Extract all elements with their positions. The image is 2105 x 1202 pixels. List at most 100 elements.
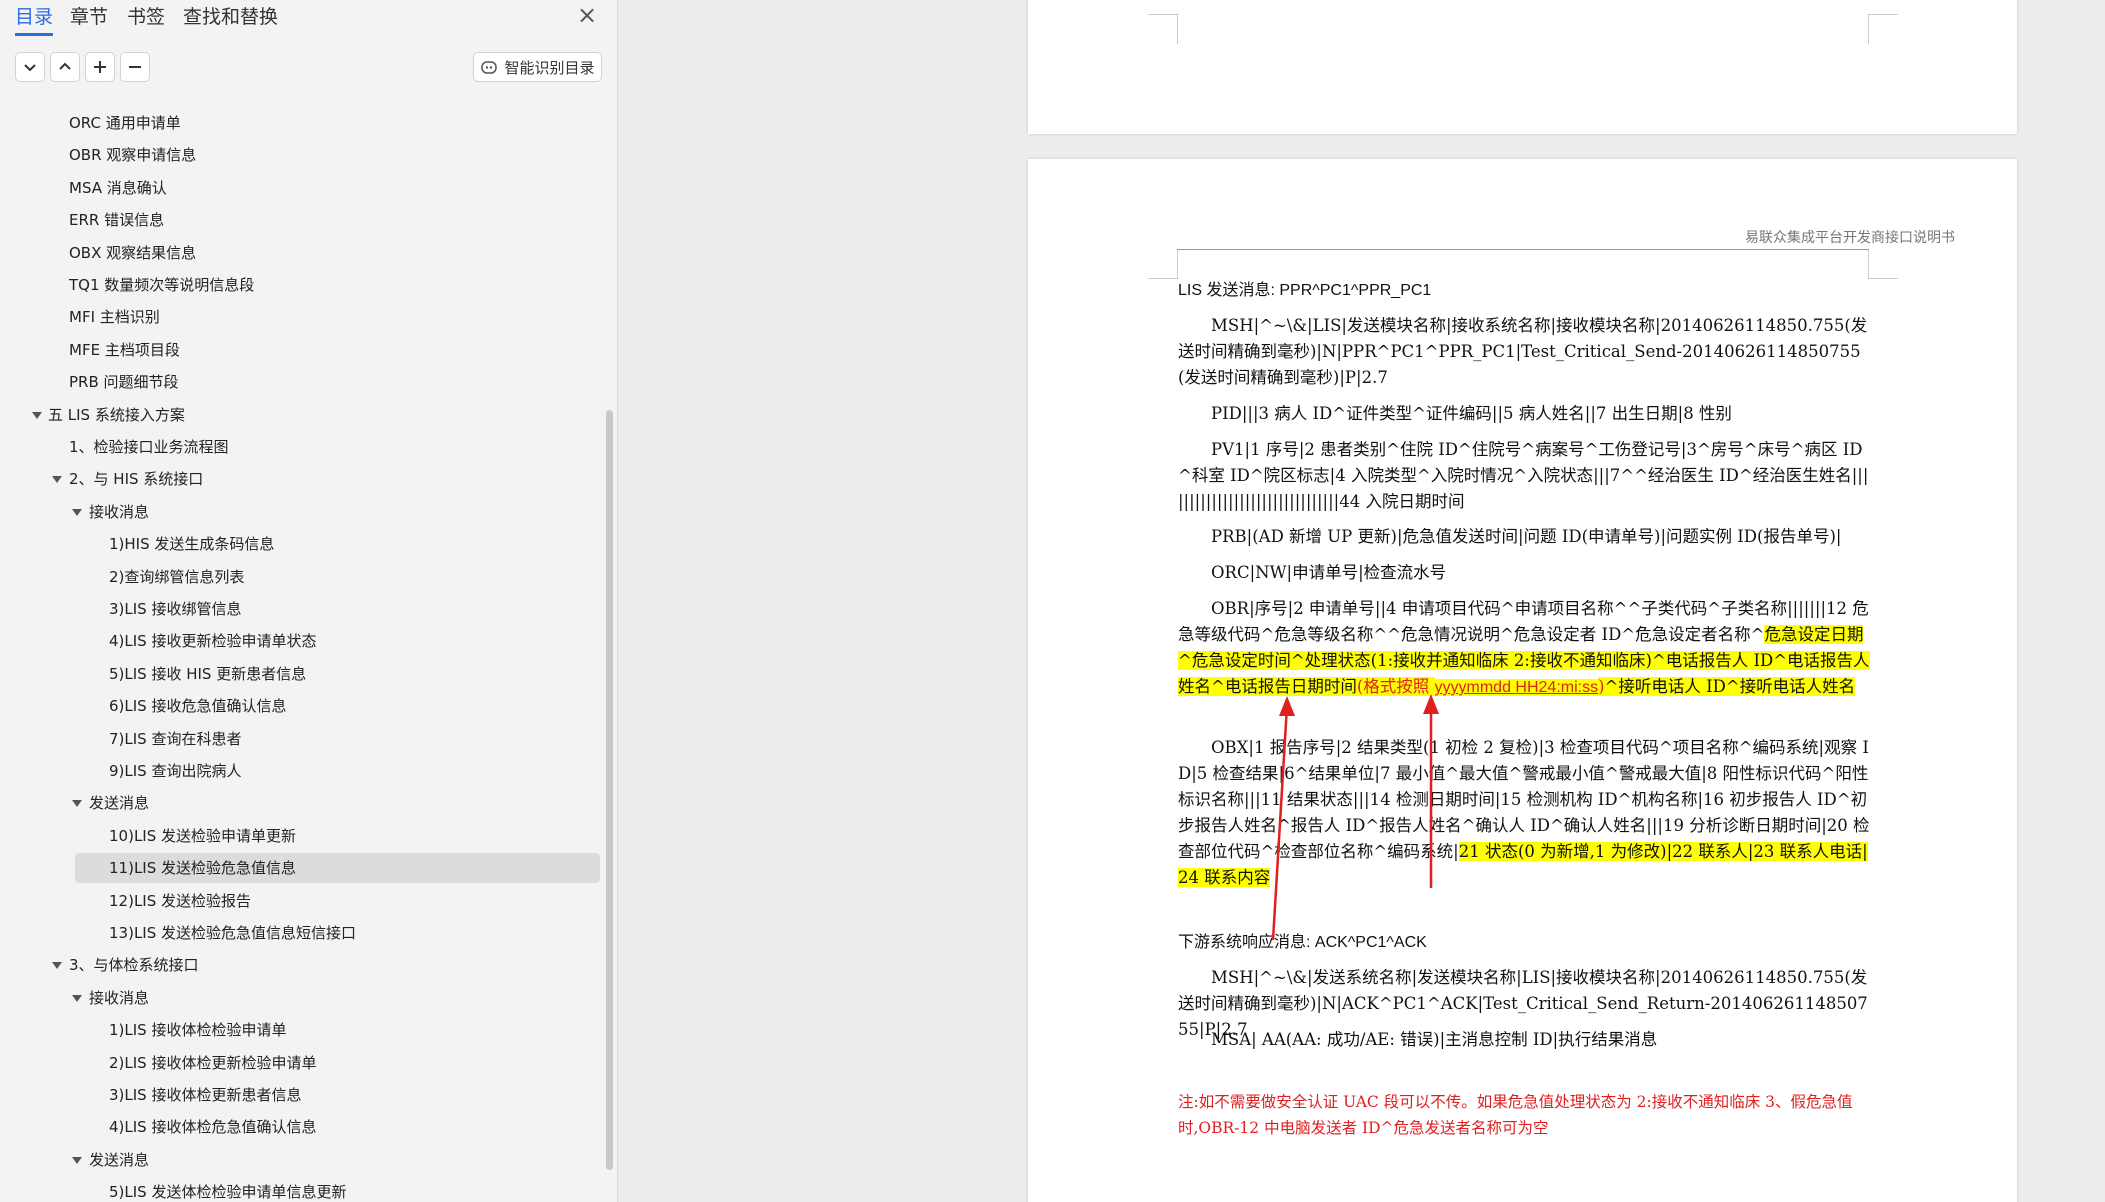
obr-format-value: yyyymmdd HH24:mi:ss [1434,679,1599,696]
wps-document-window: 目录 章节 书签 查找和替换 × 智能识别目录 ORC 通用申请单 OBR 观察… [0,0,2105,1202]
toc-item[interactable]: OBX 观察结果信息 [69,238,196,268]
toc-item[interactable]: MSA 消息确认 [69,173,167,203]
header-rule [1177,249,1869,250]
toc-item[interactable]: 五 LIS 系统接入方案 [48,400,185,430]
toc-item-label: 11)LIS 发送检验危急值信息 [109,859,297,877]
toc-item[interactable]: MFE 主档项目段 [69,335,180,365]
expand-caret-icon[interactable] [70,983,84,1013]
toc-item-label: 4)LIS 接收更新检验申请单状态 [109,632,317,650]
robot-icon [481,61,498,74]
toc-item[interactable]: 5)LIS 接收 HIS 更新患者信息 [109,659,306,689]
toc-item[interactable]: 7)LIS 查询在科患者 [109,724,241,754]
toc-item[interactable]: 6)LIS 接收危急值确认信息 [109,691,286,721]
expand-caret-icon[interactable] [50,464,64,494]
toc-item-label: ORC 通用申请单 [69,114,181,132]
smart-toc-button[interactable]: 智能识别目录 [473,52,602,82]
toc-item-label: 4)LIS 接收体检危急值确认信息 [109,1118,317,1136]
toc-item[interactable]: 13)LIS 发送检验危急值信息短信接口 [109,918,356,948]
lis-send-title: LIS 发送消息: PPR^PC1^PPR_PC1 [1178,282,1432,299]
margin-corner-mark [1148,14,1178,44]
obr-segment: OBR|序号|2 申请单号||4 申请项目代码^申请项目名称^^子类代码^子类名… [1178,596,1870,701]
remove-entry-button[interactable] [120,52,150,82]
toc-item-label: 发送消息 [89,1151,150,1169]
toc-item[interactable]: 接收消息 [89,497,149,527]
plus-icon [94,61,106,73]
expand-caret-icon[interactable] [50,950,64,980]
toc-item-label: MSA 消息确认 [69,179,167,197]
expand-caret-icon[interactable] [70,788,84,818]
chevron-down-icon [24,64,36,72]
toc-item-label: 10)LIS 发送检验申请单更新 [109,827,297,845]
toc-item[interactable]: MFI 主档识别 [69,302,160,332]
toc-item[interactable]: 1)LIS 接收体检检验申请单 [109,1015,286,1045]
toc-toolbar: 智能识别目录 [0,52,617,84]
toc-item[interactable]: 10)LIS 发送检验申请单更新 [109,821,296,851]
prb-segment: PRB|(AD 新增 UP 更新)|危急值发送时间|问题 ID(申请单号)|问题… [1211,527,1842,546]
minus-icon [129,66,141,68]
tab-toc[interactable]: 目录 [15,2,54,36]
toc-item[interactable]: 2)LIS 接收体检更新检验申请单 [109,1048,316,1078]
orc-segment: ORC|NW|申请单号|检查流水号 [1211,563,1447,582]
toc-item-label: 接收消息 [89,503,150,521]
toc-item-label: 3)LIS 接收体检更新患者信息 [109,1086,302,1104]
toc-item[interactable]: 3、与体检系统接口 [69,950,199,980]
nav-tabs: 目录 章节 书签 查找和替换 × [0,0,617,36]
toc-item[interactable]: 发送消息 [89,1145,149,1175]
expand-caret-icon[interactable] [70,497,84,527]
toc-item[interactable]: 接收消息 [89,983,149,1013]
close-icon[interactable]: × [574,2,600,28]
toc-item-label: 2)查询绑管信息列表 [109,568,245,586]
toc-item[interactable]: 12)LIS 发送检验报告 [109,886,251,916]
toc-item-label: 9)LIS 查询出院病人 [109,762,242,780]
toc-item-label: 5)LIS 发送体检检验申请单信息更新 [109,1183,347,1201]
toc-item-label: 6)LIS 接收危急值确认信息 [109,697,287,715]
toc-item-label: 12)LIS 发送检验报告 [109,892,252,910]
toc-item[interactable]: ORC 通用申请单 [69,108,181,138]
toc-item[interactable]: 2)查询绑管信息列表 [109,562,244,592]
tab-chapters[interactable]: 章节 [70,2,108,33]
toc-item-label: MFE 主档项目段 [69,341,180,359]
toc-item-label: 7)LIS 查询在科患者 [109,730,242,748]
toc-item[interactable]: 5)LIS 发送体检检验申请单信息更新 [109,1177,346,1202]
toc-item-label: OBR 观察申请信息 [69,146,197,164]
msh-segment: MSH|^~\&|LIS|发送模块名称|接收系统名称|接收模块名称|201406… [1178,316,1868,387]
tab-bookmarks[interactable]: 书签 [127,2,165,33]
toc-item-label: 3、与体检系统接口 [69,956,199,974]
obx-segment: OBX|1 报告序号|2 结果类型(1 初检 2 复检)|3 检查项目代码^项目… [1178,735,1870,891]
toc-item-label: 五 LIS 系统接入方案 [48,406,185,424]
toc-item-label: 发送消息 [89,794,150,812]
toc-item[interactable]: 2、与 HIS 系统接口 [69,464,203,494]
toc-item-label: 接收消息 [89,989,150,1007]
collapse-all-button[interactable] [50,52,80,82]
toc-item-label: 2、与 HIS 系统接口 [69,470,204,488]
toc-item-label: MFI 主档识别 [69,308,160,326]
tab-find-replace[interactable]: 查找和替换 [183,2,278,33]
add-entry-button[interactable] [85,52,115,82]
expand-all-button[interactable] [15,52,45,82]
margin-corner-mark [1868,249,1898,279]
toc-item[interactable]: 1、检验接口业务流程图 [69,432,229,462]
toc-item[interactable]: ERR 错误信息 [69,205,164,235]
toc-item[interactable]: 1)HIS 发送生成条码信息 [109,529,274,559]
toc-item[interactable]: 3)LIS 接收体检更新患者信息 [109,1080,301,1110]
toc-item[interactable]: PRB 问题细节段 [69,367,179,397]
toc-scrollbar[interactable] [606,410,613,1170]
toc-item-label: 3)LIS 接收绑管信息 [109,600,242,618]
toc-item[interactable]: 11)LIS 发送检验危急值信息 [75,853,600,883]
toc-item[interactable]: 4)LIS 接收更新检验申请单状态 [109,626,316,656]
toc-item[interactable]: 发送消息 [89,788,149,818]
toc-item[interactable]: TQ1 数量频次等说明信息段 [69,270,254,300]
toc-item-label: 2)LIS 接收体检更新检验申请单 [109,1054,317,1072]
toc-item[interactable]: 3)LIS 接收绑管信息 [109,594,241,624]
chevron-up-icon [59,62,71,70]
obr-format-close: ) [1598,677,1605,696]
expand-caret-icon[interactable] [30,400,44,430]
toc-item[interactable]: OBR 观察申请信息 [69,140,196,170]
toc-item[interactable]: 9)LIS 查询出院病人 [109,756,241,786]
expand-caret-icon[interactable] [70,1145,84,1175]
pid-segment: PID|||3 病人 ID^证件类型^证件编码||5 病人姓名||7 出生日期|… [1211,404,1732,423]
obr-highlight-tail: ^接听电话人 ID^接听电话人姓名 [1604,677,1856,696]
previous-page [1028,0,2017,134]
toc-item[interactable]: 4)LIS 接收体检危急值确认信息 [109,1112,316,1142]
toc-item-label: ERR 错误信息 [69,211,165,229]
